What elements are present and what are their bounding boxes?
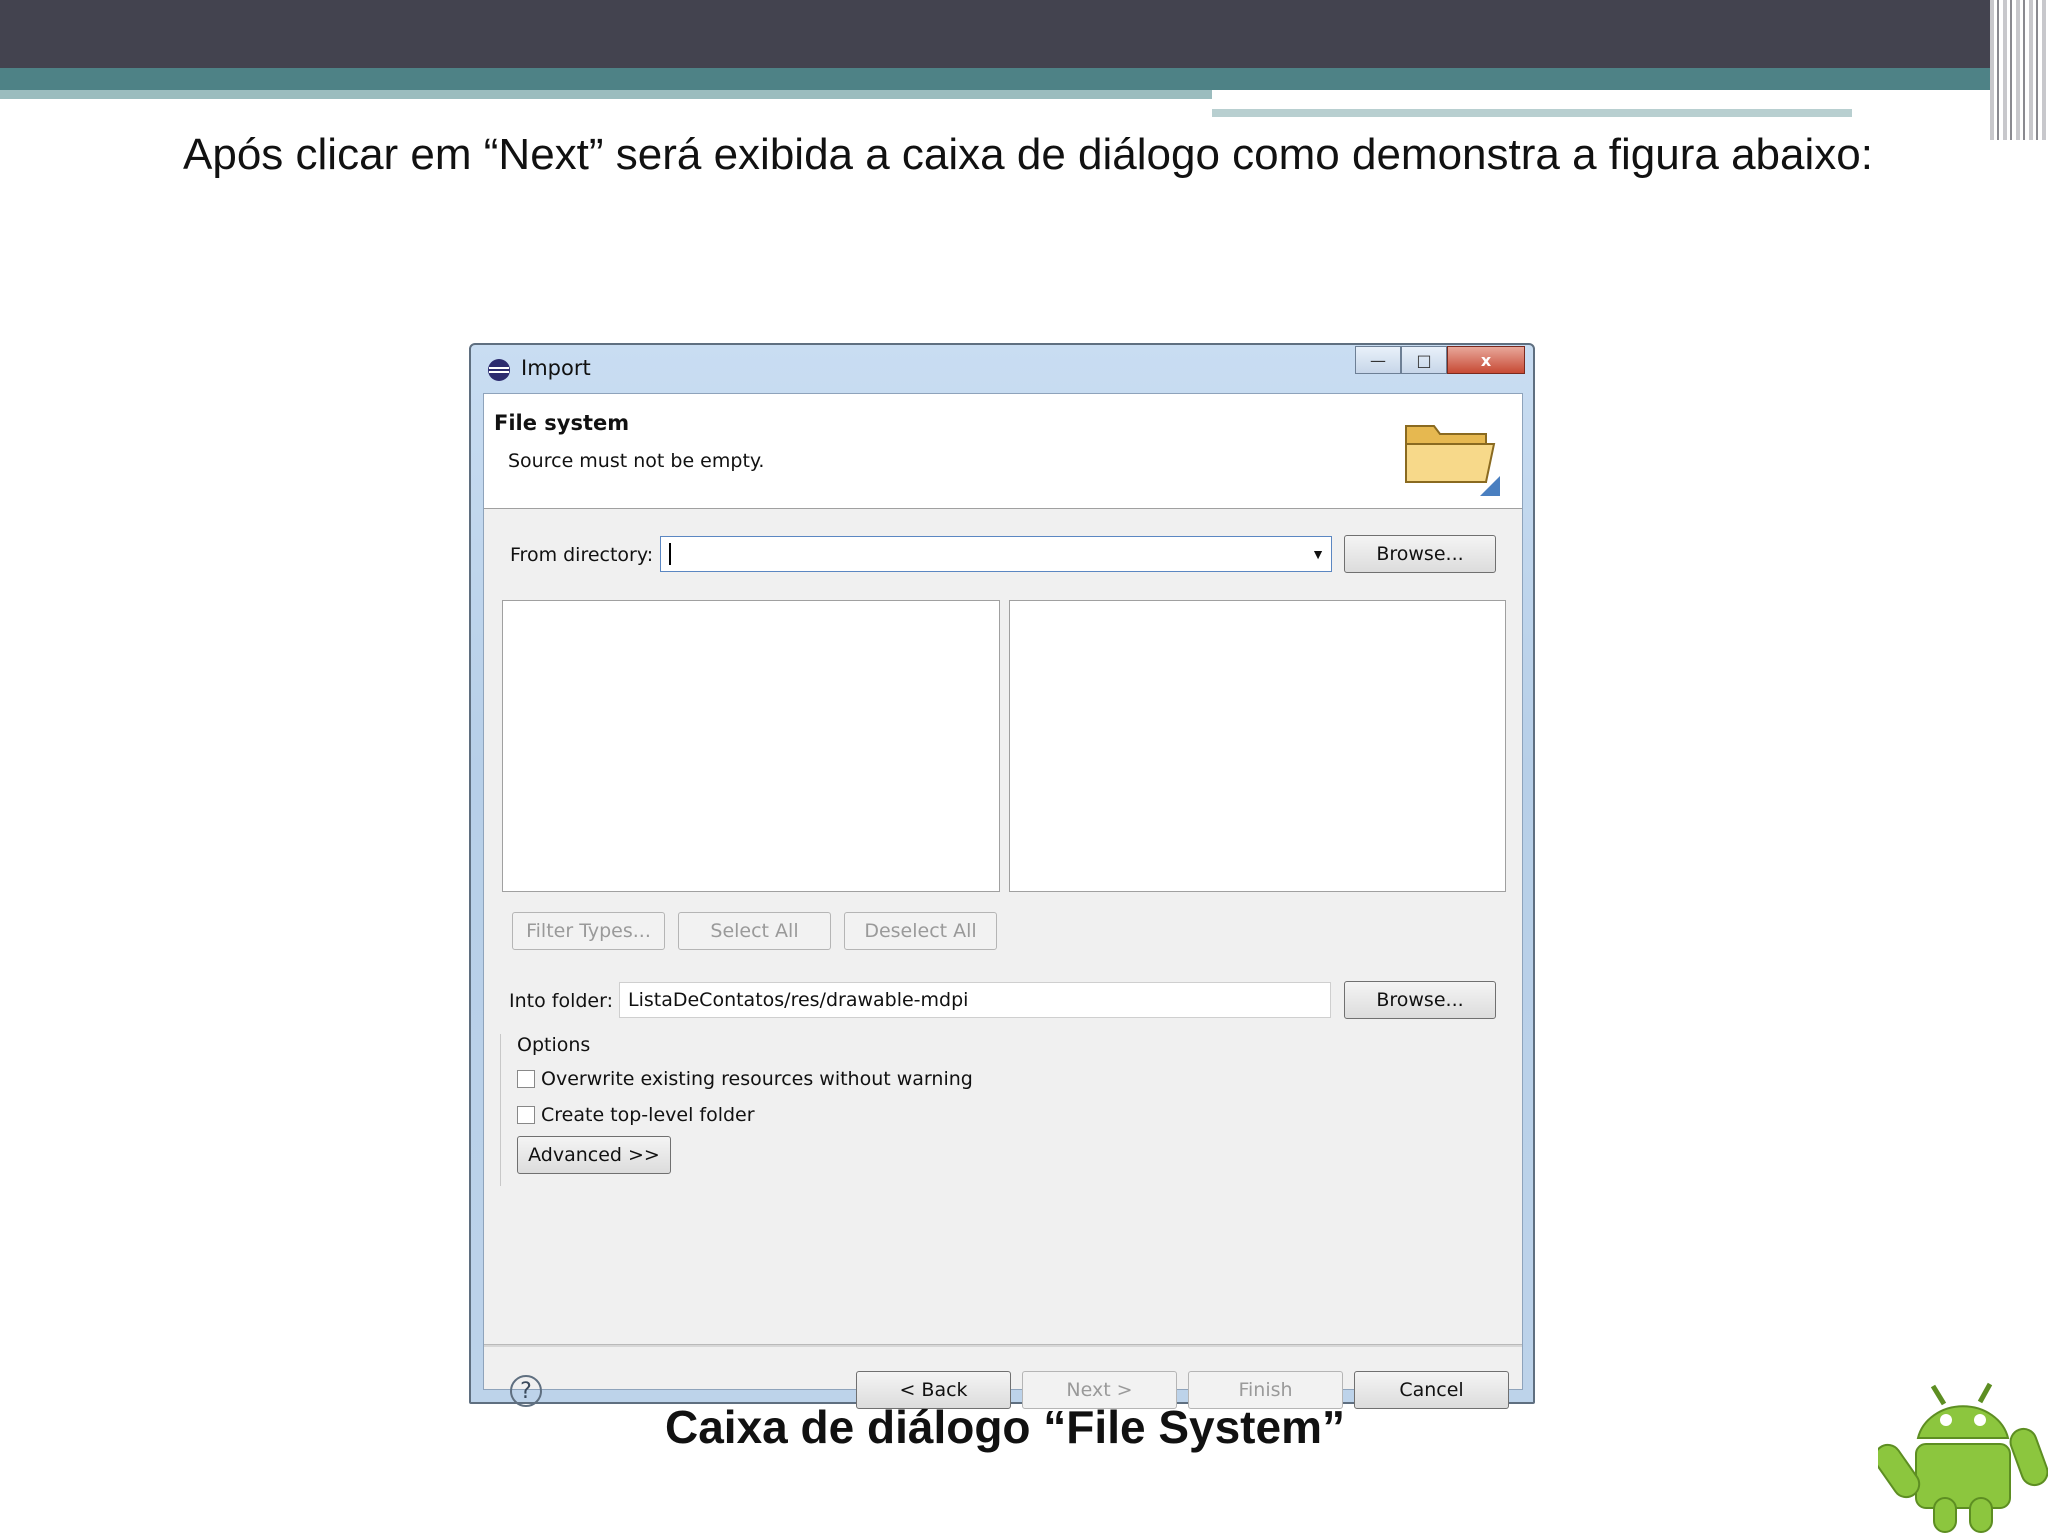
folder-icon — [1405, 425, 1500, 496]
window-controls: — □ x — [1355, 346, 1525, 376]
wizard-banner: File system Source must not be empty. — [484, 394, 1522, 509]
wizard-page-title: File system — [494, 411, 630, 435]
slide-header-line — [1212, 109, 1852, 117]
create-top-level-label: Create top-level folder — [541, 1104, 755, 1126]
dialog-title: Import — [521, 356, 591, 380]
options-group: Options Overwrite existing resources wit… — [500, 1034, 1261, 1186]
wizard-message: Source must not be empty. — [508, 450, 765, 472]
browse-source-button[interactable]: Browse... — [1344, 535, 1496, 573]
overwrite-option[interactable]: Overwrite existing resources without war… — [517, 1068, 973, 1090]
file-list[interactable] — [1009, 600, 1506, 892]
dialog-content: File system Source must not be empty. Fr… — [483, 393, 1523, 1409]
from-directory-label: From directory: — [510, 544, 654, 566]
minimize-button[interactable]: — — [1355, 346, 1401, 374]
slide-header-bar — [0, 0, 2048, 68]
slide-header-accent-light — [0, 90, 1212, 99]
create-top-level-option[interactable]: Create top-level folder — [517, 1104, 755, 1126]
filter-types-button[interactable]: Filter Types... — [512, 912, 665, 950]
slide-header-accent — [0, 68, 2048, 90]
eclipse-icon — [488, 359, 510, 381]
dialog-titlebar[interactable]: Import — □ x — [471, 345, 1533, 393]
maximize-button[interactable]: □ — [1401, 346, 1447, 374]
into-folder-input[interactable]: ListaDeContatos/res/drawable-mdpi — [619, 982, 1331, 1018]
options-heading: Options — [517, 1034, 591, 1056]
advanced-button[interactable]: Advanced >> — [517, 1136, 671, 1174]
text-cursor — [669, 543, 671, 565]
footer-separator — [484, 1344, 1522, 1347]
slide-header-stripes — [1990, 0, 2048, 140]
slide-header-line — [1212, 97, 1896, 105]
from-directory-combo[interactable]: ▼ — [660, 536, 1332, 572]
close-button[interactable]: x — [1447, 346, 1525, 374]
overwrite-checkbox[interactable] — [517, 1070, 535, 1088]
overwrite-label: Overwrite existing resources without war… — [541, 1068, 973, 1090]
figure-caption: Caixa de diálogo “File System” — [665, 1401, 1345, 1453]
android-robot-icon — [1878, 1382, 2048, 1533]
folder-tree-list[interactable] — [502, 600, 1000, 892]
create-top-level-checkbox[interactable] — [517, 1106, 535, 1124]
chevron-down-icon[interactable]: ▼ — [1311, 546, 1325, 562]
browse-target-button[interactable]: Browse... — [1344, 981, 1496, 1019]
into-folder-label: Into folder: — [509, 990, 613, 1012]
select-all-button[interactable]: Select All — [678, 912, 831, 950]
import-dialog: Import — □ x File system Source must not… — [469, 343, 1535, 1409]
slide-body-text: Após clicar em “Next” será exibida a cai… — [183, 130, 1873, 179]
deselect-all-button[interactable]: Deselect All — [844, 912, 997, 950]
